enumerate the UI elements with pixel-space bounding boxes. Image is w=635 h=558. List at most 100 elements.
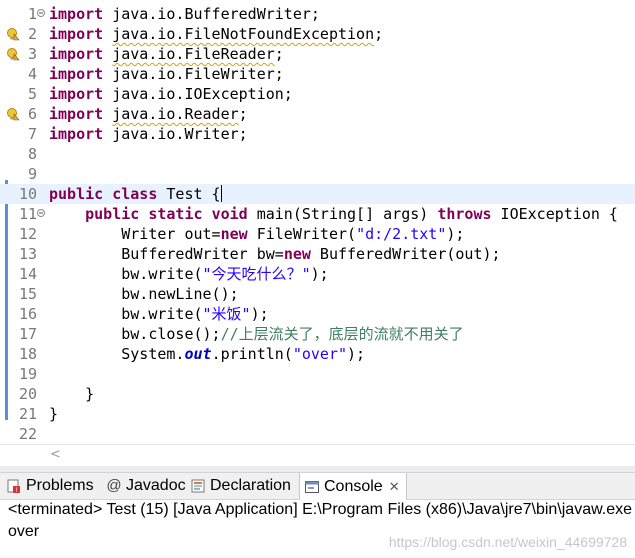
line-number: 4 bbox=[27, 65, 37, 83]
line-number: 8 bbox=[27, 145, 37, 163]
line-number: 10 bbox=[18, 185, 37, 203]
keyword-token: import bbox=[49, 85, 104, 103]
code-token: java.io.BufferedWriter; bbox=[103, 5, 320, 23]
code-line[interactable]: 14 bw.write("今天吃什么？"); bbox=[0, 264, 635, 284]
console-status: <terminated> Test (15) [Java Application… bbox=[8, 501, 633, 518]
line-number: 18 bbox=[18, 345, 37, 363]
code-text: Writer out=new FileWriter("d:/2.txt"); bbox=[49, 224, 464, 244]
code-text: import java.io.FileNotFoundException; bbox=[49, 24, 383, 44]
line-number: 12 bbox=[18, 225, 37, 243]
line-number: 5 bbox=[27, 85, 37, 103]
line-number: 20 bbox=[18, 385, 37, 403]
code-line[interactable]: 3 import java.io.FileReader; bbox=[0, 44, 635, 64]
javadoc-icon: @ bbox=[106, 477, 122, 494]
code-line[interactable]: 5 import java.io.IOException; bbox=[0, 84, 635, 104]
line-number: 2 bbox=[27, 25, 37, 43]
tab-problems[interactable]: ! Problems bbox=[6, 473, 94, 499]
code-line[interactable]: 21} bbox=[0, 404, 635, 424]
scroll-left-icon[interactable]: < bbox=[50, 447, 61, 462]
tab-javadoc[interactable]: @ Javadoc bbox=[106, 473, 185, 499]
line-number: 22 bbox=[18, 425, 37, 443]
text-caret bbox=[220, 185, 222, 202]
code-token: java.io.FileWriter; bbox=[103, 65, 284, 83]
line-number: 6 bbox=[27, 105, 37, 123]
tab-console[interactable]: Console ✕ bbox=[299, 473, 407, 500]
string-token: "over" bbox=[292, 345, 348, 363]
keyword-token: import bbox=[49, 105, 104, 123]
code-token: FileWriter( bbox=[247, 225, 357, 243]
code-text: BufferedWriter bw=new BufferedWriter(out… bbox=[49, 244, 501, 264]
close-icon[interactable]: ✕ bbox=[389, 474, 400, 500]
code-line[interactable]: 10 public class Test { bbox=[0, 184, 635, 204]
keyword-token: new bbox=[283, 245, 311, 263]
code-line[interactable]: 1 import java.io.BufferedWriter; bbox=[0, 4, 635, 24]
comment-token: //上层流关了，底层的流就不用关了 bbox=[220, 325, 464, 343]
code-token: } bbox=[49, 405, 59, 423]
code-text: public class Test { bbox=[49, 184, 222, 204]
code-line[interactable]: 15 bw.newLine(); bbox=[0, 284, 635, 304]
code-line[interactable]: 7 import java.io.Writer; bbox=[0, 124, 635, 144]
keyword-token: import bbox=[49, 25, 104, 43]
code-token: BufferedWriter bw= bbox=[49, 245, 284, 263]
code-line[interactable]: 17 bw.close();//上层流关了，底层的流就不用关了 bbox=[0, 324, 635, 344]
problems-icon: ! bbox=[7, 479, 20, 494]
code-line[interactable]: 19 bbox=[0, 364, 635, 384]
code-line[interactable]: 4 import java.io.FileWriter; bbox=[0, 64, 635, 84]
watermark: https://blog.csdn.net/weixin_44699728 bbox=[388, 534, 627, 550]
code-text: } bbox=[49, 404, 58, 424]
code-line[interactable]: 2 import java.io.FileNotFoundException; bbox=[0, 24, 635, 44]
code-text: } bbox=[49, 384, 94, 404]
code-line[interactable]: 8 bbox=[0, 144, 635, 164]
string-token: "今天吃什么？" bbox=[202, 265, 311, 283]
keyword-token: class bbox=[112, 185, 158, 203]
tab-label: Problems bbox=[26, 477, 94, 494]
unused-import-token: java.io.Reader bbox=[112, 105, 239, 123]
code-text: bw.write("今天吃什么？"); bbox=[49, 264, 328, 284]
code-text: import java.io.BufferedWriter; bbox=[49, 4, 320, 24]
code-line[interactable]: 18 System.out.println("over"); bbox=[0, 344, 635, 364]
code-token: IOException { bbox=[491, 205, 618, 223]
line-number: 21 bbox=[18, 405, 37, 423]
string-token: "d:/2.txt" bbox=[356, 225, 447, 243]
code-line[interactable]: 12 Writer out=new FileWriter("d:/2.txt")… bbox=[0, 224, 635, 244]
keyword-token: import bbox=[49, 45, 104, 63]
code-line[interactable]: 16 bw.write("米饭"); bbox=[0, 304, 635, 324]
keyword-token: import bbox=[49, 5, 104, 23]
line-number: 13 bbox=[18, 245, 37, 263]
keyword-token: public bbox=[85, 205, 140, 223]
line-number: 1 bbox=[27, 5, 37, 23]
code-line[interactable]: 20 } bbox=[0, 384, 635, 404]
code-editor[interactable]: 1 import java.io.BufferedWriter; 2 import j… bbox=[0, 0, 635, 466]
code-text: import java.io.FileWriter; bbox=[49, 64, 284, 84]
code-text: bw.close();//上层流关了，底层的流就不用关了 bbox=[49, 324, 464, 344]
horizontal-scrollbar[interactable]: < bbox=[0, 444, 635, 466]
fold-collapse-icon[interactable] bbox=[37, 209, 45, 217]
code-line[interactable]: 22 bbox=[0, 424, 635, 444]
code-token: BufferedWriter(out); bbox=[310, 245, 501, 263]
svg-text:!: ! bbox=[15, 487, 17, 494]
string-token: "米饭" bbox=[202, 305, 251, 323]
keyword-token: static bbox=[148, 205, 203, 223]
code-text: bw.write("米饭"); bbox=[49, 304, 268, 324]
code-text: import java.io.Reader; bbox=[49, 104, 248, 124]
keyword-token: import bbox=[49, 65, 104, 83]
line-number: 17 bbox=[18, 325, 37, 343]
code-line[interactable]: 9 bbox=[0, 164, 635, 184]
view-tab-bar: ! Problems @ Javadoc Declaration Console… bbox=[0, 472, 635, 500]
code-text: public static void main(String[] args) t… bbox=[49, 204, 618, 224]
code-token: ; bbox=[238, 105, 248, 123]
code-line[interactable]: 11 public static void main(String[] args… bbox=[0, 204, 635, 224]
line-number: 19 bbox=[18, 365, 37, 383]
code-token: bw.write( bbox=[49, 265, 203, 283]
code-token: java.io.IOException; bbox=[103, 85, 293, 103]
keyword-token: throws bbox=[437, 205, 492, 223]
field-token: out bbox=[184, 345, 212, 363]
code-line[interactable]: 6 import java.io.Reader; bbox=[0, 104, 635, 124]
keyword-token: new bbox=[220, 225, 248, 243]
tab-declaration[interactable]: Declaration bbox=[190, 473, 291, 499]
fold-collapse-icon[interactable] bbox=[37, 9, 45, 17]
console-icon bbox=[305, 480, 319, 493]
code-line[interactable]: 13 BufferedWriter bw=new BufferedWriter(… bbox=[0, 244, 635, 264]
